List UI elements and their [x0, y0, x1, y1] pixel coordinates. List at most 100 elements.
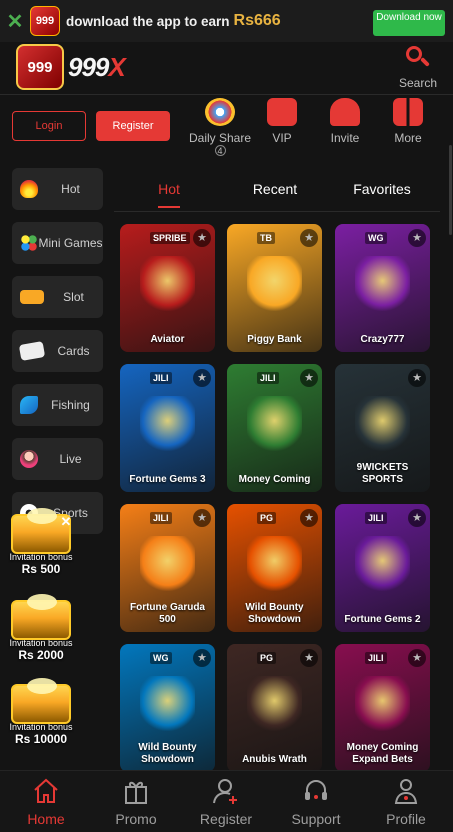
- game-name: 9WICKETS SPORTS: [356, 462, 409, 485]
- invitation-bonus-10000[interactable]: Invitation bonus Rs 10000: [4, 678, 78, 746]
- game-artwork-motif: [140, 256, 195, 311]
- invitation-bonus-2000[interactable]: Invitation bonus Rs 2000: [4, 594, 78, 662]
- star-icon[interactable]: ★: [408, 229, 426, 247]
- nav-home[interactable]: Home: [6, 777, 86, 827]
- star-icon[interactable]: ★: [193, 649, 211, 667]
- game-card[interactable]: PG ★ Anubis Wrath: [227, 644, 322, 772]
- tab-favorites[interactable]: Favorites: [346, 181, 418, 197]
- nav-promo[interactable]: Promo: [96, 777, 176, 827]
- star-icon[interactable]: ★: [193, 229, 211, 247]
- star-icon[interactable]: ★: [300, 649, 318, 667]
- game-name: Fortune Gems 2: [344, 614, 421, 625]
- quick-action-label: More: [394, 131, 422, 145]
- nav-label: Register: [199, 811, 253, 827]
- game-provider: PG: [257, 652, 277, 664]
- close-icon[interactable]: ✕: [0, 9, 30, 34]
- game-card[interactable]: JILI ★ Fortune Gems 3: [120, 364, 215, 492]
- game-provider: WG: [150, 652, 172, 664]
- nav-label: Home: [27, 811, 65, 827]
- tab-divider: [114, 211, 440, 212]
- star-icon[interactable]: ★: [300, 369, 318, 387]
- star-icon[interactable]: ★: [408, 509, 426, 527]
- game-card[interactable]: PG ★ Wild Bounty Showdown: [227, 504, 322, 632]
- register-button[interactable]: Register: [96, 111, 170, 141]
- game-artwork-motif: [355, 396, 410, 451]
- promo-amount: Rs666: [233, 12, 281, 29]
- game-provider: WG: [365, 232, 387, 244]
- active-tab-indicator: [158, 206, 180, 208]
- search-button[interactable]: Search: [395, 42, 441, 90]
- nav-support[interactable]: Support: [276, 777, 356, 827]
- sidebar-item-label: Cards: [57, 344, 90, 358]
- game-card[interactable]: WG ★ Crazy777: [335, 224, 430, 352]
- nav-label: Support: [291, 811, 341, 827]
- sidebar-item-live[interactable]: Live: [12, 438, 103, 480]
- star-icon[interactable]: ★: [408, 649, 426, 667]
- sidebar-item-label: Slot: [63, 290, 84, 304]
- tab-recent[interactable]: Recent: [244, 181, 306, 197]
- game-provider: JILI: [150, 372, 172, 384]
- promo-message: download the app to earn: [66, 13, 230, 29]
- search-icon: [404, 44, 432, 72]
- game-card[interactable]: ★ 9WICKETS SPORTS: [335, 364, 430, 492]
- quick-action-vip[interactable]: VIP: [250, 98, 314, 145]
- game-artwork-motif: [247, 396, 302, 451]
- daily-share-badge: 4: [214, 145, 226, 156]
- sidebar-item-fishing[interactable]: Fishing: [12, 384, 103, 426]
- game-card[interactable]: JILI ★ Fortune Gems 2: [335, 504, 430, 632]
- sidebar-item-hot[interactable]: Hot: [12, 168, 103, 210]
- star-icon[interactable]: ★: [408, 369, 426, 387]
- sidebar-item-label: Hot: [61, 182, 80, 196]
- game-provider: JILI: [365, 652, 387, 664]
- login-button[interactable]: Login: [12, 111, 86, 141]
- star-icon[interactable]: ★: [193, 369, 211, 387]
- quick-action-more[interactable]: More: [376, 98, 440, 145]
- bottom-nav: Home Promo Register Support Profile: [0, 770, 453, 832]
- brand-name-x: X: [108, 52, 125, 82]
- game-card[interactable]: JILI ★ Fortune Garuda 500: [120, 504, 215, 632]
- scrollbar[interactable]: [449, 145, 452, 235]
- game-card[interactable]: WG ★ Wild Bounty Showdown: [120, 644, 215, 772]
- quick-action-daily-share[interactable]: Daily Share 4: [188, 98, 252, 156]
- brand-name-number: 999: [68, 52, 109, 82]
- star-icon[interactable]: ★: [300, 509, 318, 527]
- game-card[interactable]: JILI ★ Money Coming Expand Bets: [335, 644, 430, 772]
- sidebar-item-cards[interactable]: Cards: [12, 330, 103, 372]
- promo-app-logo: 999: [30, 6, 60, 36]
- star-icon[interactable]: ★: [193, 509, 211, 527]
- brand-logo[interactable]: 999: [16, 44, 64, 90]
- star-icon[interactable]: ★: [300, 229, 318, 247]
- sidebar-item-slot[interactable]: Slot: [12, 276, 103, 318]
- home-icon: [32, 777, 60, 805]
- vip-icon: [267, 98, 297, 126]
- game-card[interactable]: TB ★ Piggy Bank: [227, 224, 322, 352]
- gift-icon: [122, 777, 150, 805]
- daily-share-icon: [205, 98, 235, 126]
- invitation-amount: Rs 2000: [18, 648, 64, 662]
- game-card[interactable]: SPRIBE ★ Aviator: [120, 224, 215, 352]
- close-icon[interactable]: ✕: [58, 514, 74, 530]
- live-icon: [20, 450, 38, 468]
- game-name: Wild Bounty Showdown: [138, 742, 197, 765]
- cards-icon: [18, 341, 46, 361]
- headset-icon: [302, 777, 330, 805]
- treasure-chest-icon: [11, 594, 71, 640]
- game-name: Fortune Garuda 500: [129, 602, 205, 625]
- game-name: Money Coming Expand Bets: [346, 742, 419, 765]
- quick-action-label: Daily Share: [188, 131, 252, 145]
- sidebar-item-label: Fishing: [51, 398, 90, 412]
- game-name: Wild Bounty Showdown: [245, 602, 304, 625]
- mini-games-icon: [20, 234, 38, 252]
- sidebar-item-mini-games[interactable]: Mini Games: [12, 222, 103, 264]
- nav-register[interactable]: Register: [186, 777, 266, 827]
- game-card[interactable]: JILI ★ Money Coming: [227, 364, 322, 492]
- game-artwork-motif: [247, 256, 302, 311]
- download-button[interactable]: Download now: [373, 10, 445, 36]
- tab-hot[interactable]: Hot: [148, 181, 190, 197]
- game-artwork-motif: [247, 676, 302, 731]
- nav-profile[interactable]: Profile: [366, 777, 446, 827]
- header: 999 999X Search: [0, 42, 453, 94]
- fish-icon: [20, 396, 38, 414]
- more-icon: [393, 98, 423, 126]
- quick-action-invite[interactable]: Invite: [313, 98, 377, 145]
